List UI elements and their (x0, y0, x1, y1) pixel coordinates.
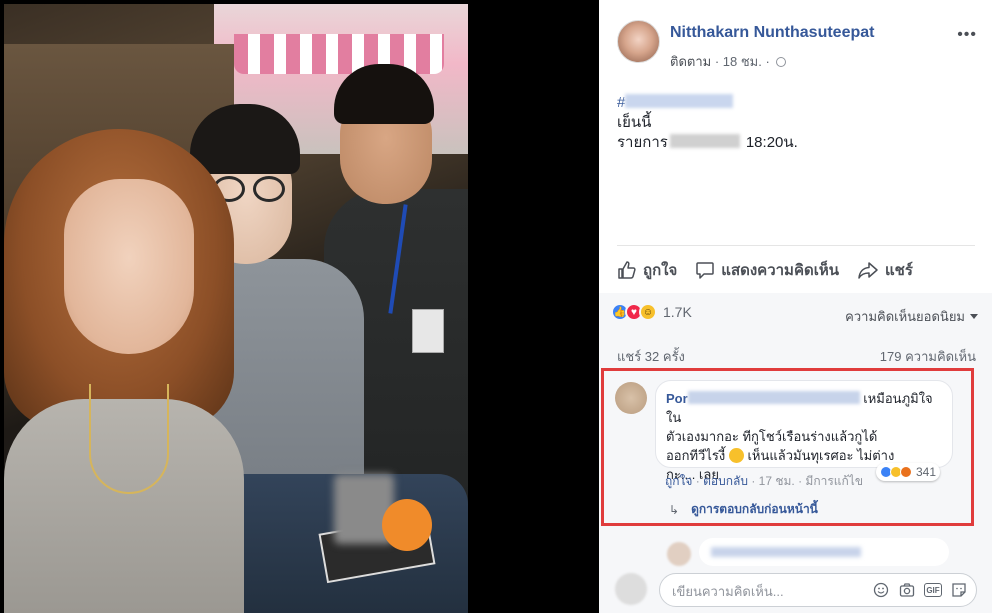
composer-icons: GIF (872, 581, 968, 599)
share-label: แชร์ (884, 262, 913, 279)
smile-emoji-icon (728, 448, 744, 463)
program-time: 18:20น. (745, 134, 798, 151)
commenter-name[interactable]: Por (666, 391, 688, 406)
photo-viewer (0, 0, 598, 613)
post-text-line-3: รายการ 18:20น. (617, 133, 798, 153)
post-meta: ติดตาม · 18 ชม. · (670, 51, 787, 72)
follow-link[interactable]: ติดตาม (670, 54, 711, 69)
program-prefix: รายการ (617, 134, 668, 151)
post-time[interactable]: 18 ชม. (723, 54, 762, 69)
divider (617, 245, 975, 246)
author-name[interactable]: Nitthakarn Nunthasuteepat (670, 24, 874, 42)
redacted-reply (711, 547, 861, 557)
meta-separator: · (714, 54, 723, 69)
separator: · (751, 474, 759, 488)
reaction-count: 1.7K (663, 304, 692, 320)
comment-edited[interactable]: มีการแก้ไข (805, 474, 863, 488)
comment-label: แสดงความคิดเห็น (721, 262, 839, 279)
like-label: ถูกใจ (643, 262, 678, 279)
share-arrow-icon (858, 262, 878, 279)
comment-time[interactable]: 17 ชม. (759, 474, 795, 488)
like-button[interactable]: ถูกใจ (617, 258, 677, 282)
angry-reaction-icon (900, 466, 912, 478)
post-photo[interactable] (4, 4, 468, 613)
comment-composer[interactable]: GIF (659, 573, 977, 607)
post-side-panel: Nitthakarn Nunthasuteepat ติดตาม · 18 ชม… (599, 0, 992, 613)
viewer-avatar (615, 573, 647, 605)
separator: · (695, 474, 704, 488)
blurred-reply-bubble (699, 538, 949, 566)
caret-down-icon (970, 314, 978, 319)
share-count[interactable]: แชร์ 32 ครั้ง (617, 346, 685, 367)
comment-actions: ถูกใจ · ตอบกลับ · 17 ชม. · มีการแก้ไข (665, 472, 863, 491)
photo-necklace (89, 384, 169, 494)
redacted-hashtag (625, 94, 734, 108)
comment-reactions[interactable]: 341 (876, 463, 941, 481)
comment-text-c: ออกทีวีไรงี้ (666, 448, 726, 463)
comment-text-d: เห็นแล้วมันทุเรศอะ ไม่ต่าง (747, 448, 895, 463)
haha-reaction-icon: ☺ (639, 303, 657, 321)
author-avatar[interactable] (617, 20, 660, 63)
comment-input[interactable] (672, 581, 862, 601)
view-replies-label: ดูการตอบกลับก่อนหน้านี้ (691, 502, 818, 516)
reply-arrow-icon: ↳ (669, 502, 680, 517)
meta-separator: · (765, 54, 774, 69)
photo-id-badge (412, 309, 444, 353)
emoji-icon[interactable] (872, 581, 890, 599)
comment-button[interactable]: แสดงความคิดเห็น (695, 258, 839, 282)
globe-icon (776, 57, 787, 67)
reply-avatar (667, 542, 691, 566)
comment-reply-link[interactable]: ตอบกลับ (703, 474, 748, 488)
post-actions: ถูกใจ แสดงความคิดเห็น แชร์ (617, 256, 977, 284)
redacted-program-name (669, 134, 740, 148)
comment-text-b: ตัวเองมากอะ ทีกูโชว์เรือนร่างแล้วกูได้ (666, 429, 878, 444)
comment-bubble-icon (696, 262, 715, 279)
thumbs-up-icon (618, 261, 636, 279)
comment-bubble: Por เหมือนภูมิใจใน ตัวเองมากอะ ทีกูโชว์เ… (655, 380, 953, 482)
share-button[interactable]: แชร์ (857, 258, 913, 282)
sort-label: ความคิดเห็นยอดนิยม (845, 309, 965, 324)
post-text-line-2: เย็นนี้ (617, 114, 652, 131)
gif-icon[interactable]: GIF (924, 583, 942, 597)
photo-person-left-face (64, 179, 194, 354)
camera-icon[interactable] (898, 581, 916, 599)
photo-mic-foam (382, 499, 432, 551)
comment-sort-dropdown[interactable]: ความคิดเห็นยอดนิยม (845, 306, 978, 327)
photo-shop-awning (234, 34, 444, 74)
view-previous-replies[interactable]: ↳ ดูการตอบกลับก่อนหน้านี้ (669, 500, 818, 519)
hashtag-prefix[interactable]: # (617, 94, 625, 111)
comment-like-link[interactable]: ถูกใจ (665, 474, 692, 488)
comment-reaction-count: 341 (916, 465, 937, 479)
post-text-line-1: # (617, 93, 798, 113)
reaction-summary[interactable]: 👍 ♥ ☺ 1.7K (611, 303, 692, 321)
more-options-icon[interactable]: ••• (957, 26, 977, 44)
commenter-avatar[interactable] (615, 382, 647, 414)
redacted-commenter-name (687, 391, 860, 404)
sticker-icon[interactable] (950, 581, 968, 599)
comment-count[interactable]: 179 ความคิดเห็น (880, 346, 976, 367)
post-text: # เย็นนี้ รายการ 18:20น. (617, 93, 798, 153)
post-header: Nitthakarn Nunthasuteepat ติดตาม · 18 ชม… (617, 20, 987, 70)
